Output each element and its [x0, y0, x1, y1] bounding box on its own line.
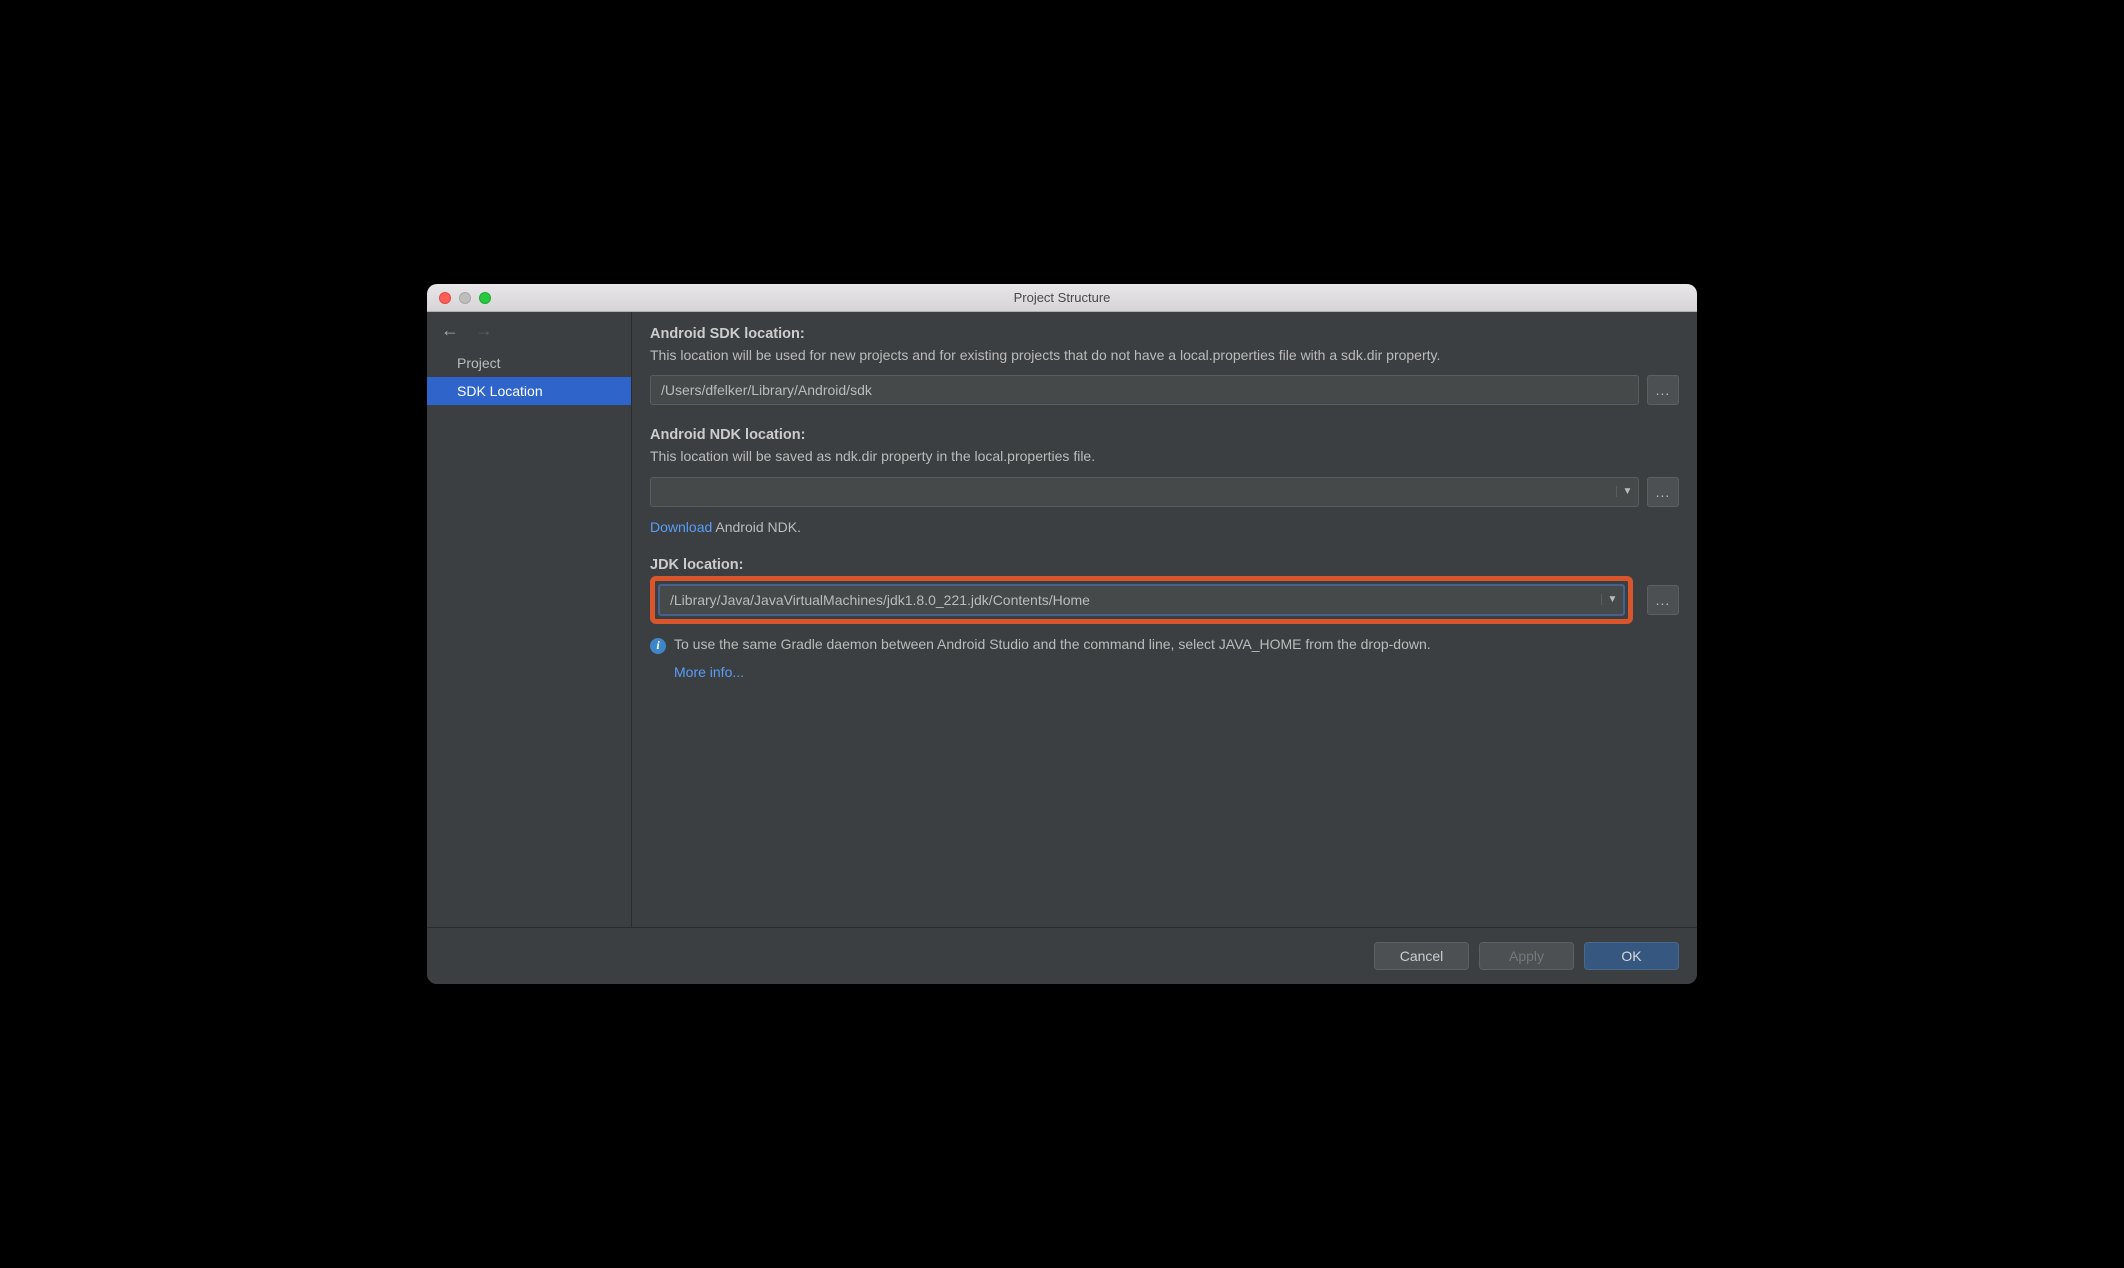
- ellipsis-icon: ...: [1656, 382, 1671, 398]
- download-ndk-suffix: Android NDK.: [712, 519, 801, 535]
- nav-arrows: ← →: [427, 312, 631, 349]
- jdk-title: JDK location:: [650, 557, 1679, 573]
- ndk-location-input[interactable]: [651, 478, 1616, 506]
- sdk-section: Android SDK location: This location will…: [650, 326, 1679, 405]
- ndk-browse-button[interactable]: ...: [1647, 477, 1679, 507]
- sidebar-item-project[interactable]: Project: [427, 349, 631, 377]
- info-icon: i: [650, 638, 666, 654]
- sdk-description: This location will be used for new proje…: [650, 345, 1679, 365]
- ndk-dropdown-button[interactable]: ▼: [1616, 486, 1638, 497]
- sdk-title: Android SDK location:: [650, 326, 1679, 342]
- ellipsis-icon: ...: [1656, 592, 1671, 608]
- cancel-button[interactable]: Cancel: [1374, 942, 1469, 970]
- apply-button[interactable]: Apply: [1479, 942, 1574, 970]
- maximize-icon[interactable]: [479, 292, 491, 304]
- jdk-location-combo[interactable]: ▼: [658, 584, 1625, 616]
- jdk-highlight: ▼: [650, 576, 1633, 624]
- ndk-download-row: Download Android NDK.: [650, 519, 1679, 535]
- window-controls: [427, 292, 491, 304]
- ellipsis-icon: ...: [1656, 484, 1671, 500]
- ndk-title: Android NDK location:: [650, 427, 1679, 443]
- sidebar-item-sdk-location[interactable]: SDK Location: [427, 377, 631, 405]
- close-icon[interactable]: [439, 292, 451, 304]
- chevron-down-icon: ▼: [1623, 486, 1633, 497]
- jdk-info-row: i To use the same Gradle daemon between …: [650, 636, 1679, 654]
- ndk-field-row: ▼ ...: [650, 477, 1679, 507]
- ndk-location-combo[interactable]: ▼: [650, 477, 1639, 507]
- content-panel: Android SDK location: This location will…: [632, 312, 1697, 927]
- jdk-info-text: To use the same Gradle daemon between An…: [674, 636, 1431, 652]
- minimize-icon[interactable]: [459, 292, 471, 304]
- sidebar-item-label: Project: [457, 355, 501, 371]
- forward-icon: →: [475, 320, 493, 341]
- window-body: ← → Project SDK Location Android SDK loc…: [427, 312, 1697, 927]
- back-icon[interactable]: ←: [441, 320, 459, 341]
- ok-button[interactable]: OK: [1584, 942, 1679, 970]
- sdk-location-input[interactable]: [650, 375, 1639, 405]
- sidebar-item-label: SDK Location: [457, 383, 543, 399]
- sdk-browse-button[interactable]: ...: [1647, 375, 1679, 405]
- ndk-description: This location will be saved as ndk.dir p…: [650, 446, 1679, 466]
- sdk-field-row: ...: [650, 375, 1679, 405]
- sidebar: ← → Project SDK Location: [427, 312, 632, 927]
- window-title: Project Structure: [1014, 290, 1111, 305]
- chevron-down-icon: ▼: [1608, 594, 1618, 605]
- more-info-link[interactable]: More info...: [674, 664, 744, 680]
- download-ndk-link[interactable]: Download: [650, 519, 712, 535]
- footer: Cancel Apply OK: [427, 927, 1697, 984]
- jdk-dropdown-button[interactable]: ▼: [1601, 594, 1623, 605]
- project-structure-window: Project Structure ← → Project SDK Locati…: [427, 284, 1697, 984]
- ndk-section: Android NDK location: This location will…: [650, 427, 1679, 534]
- jdk-field-row: ▼ ...: [650, 576, 1679, 624]
- titlebar: Project Structure: [427, 284, 1697, 312]
- jdk-section: JDK location: ▼ ...: [650, 557, 1679, 680]
- jdk-location-input[interactable]: [660, 586, 1601, 614]
- jdk-browse-button[interactable]: ...: [1647, 585, 1679, 615]
